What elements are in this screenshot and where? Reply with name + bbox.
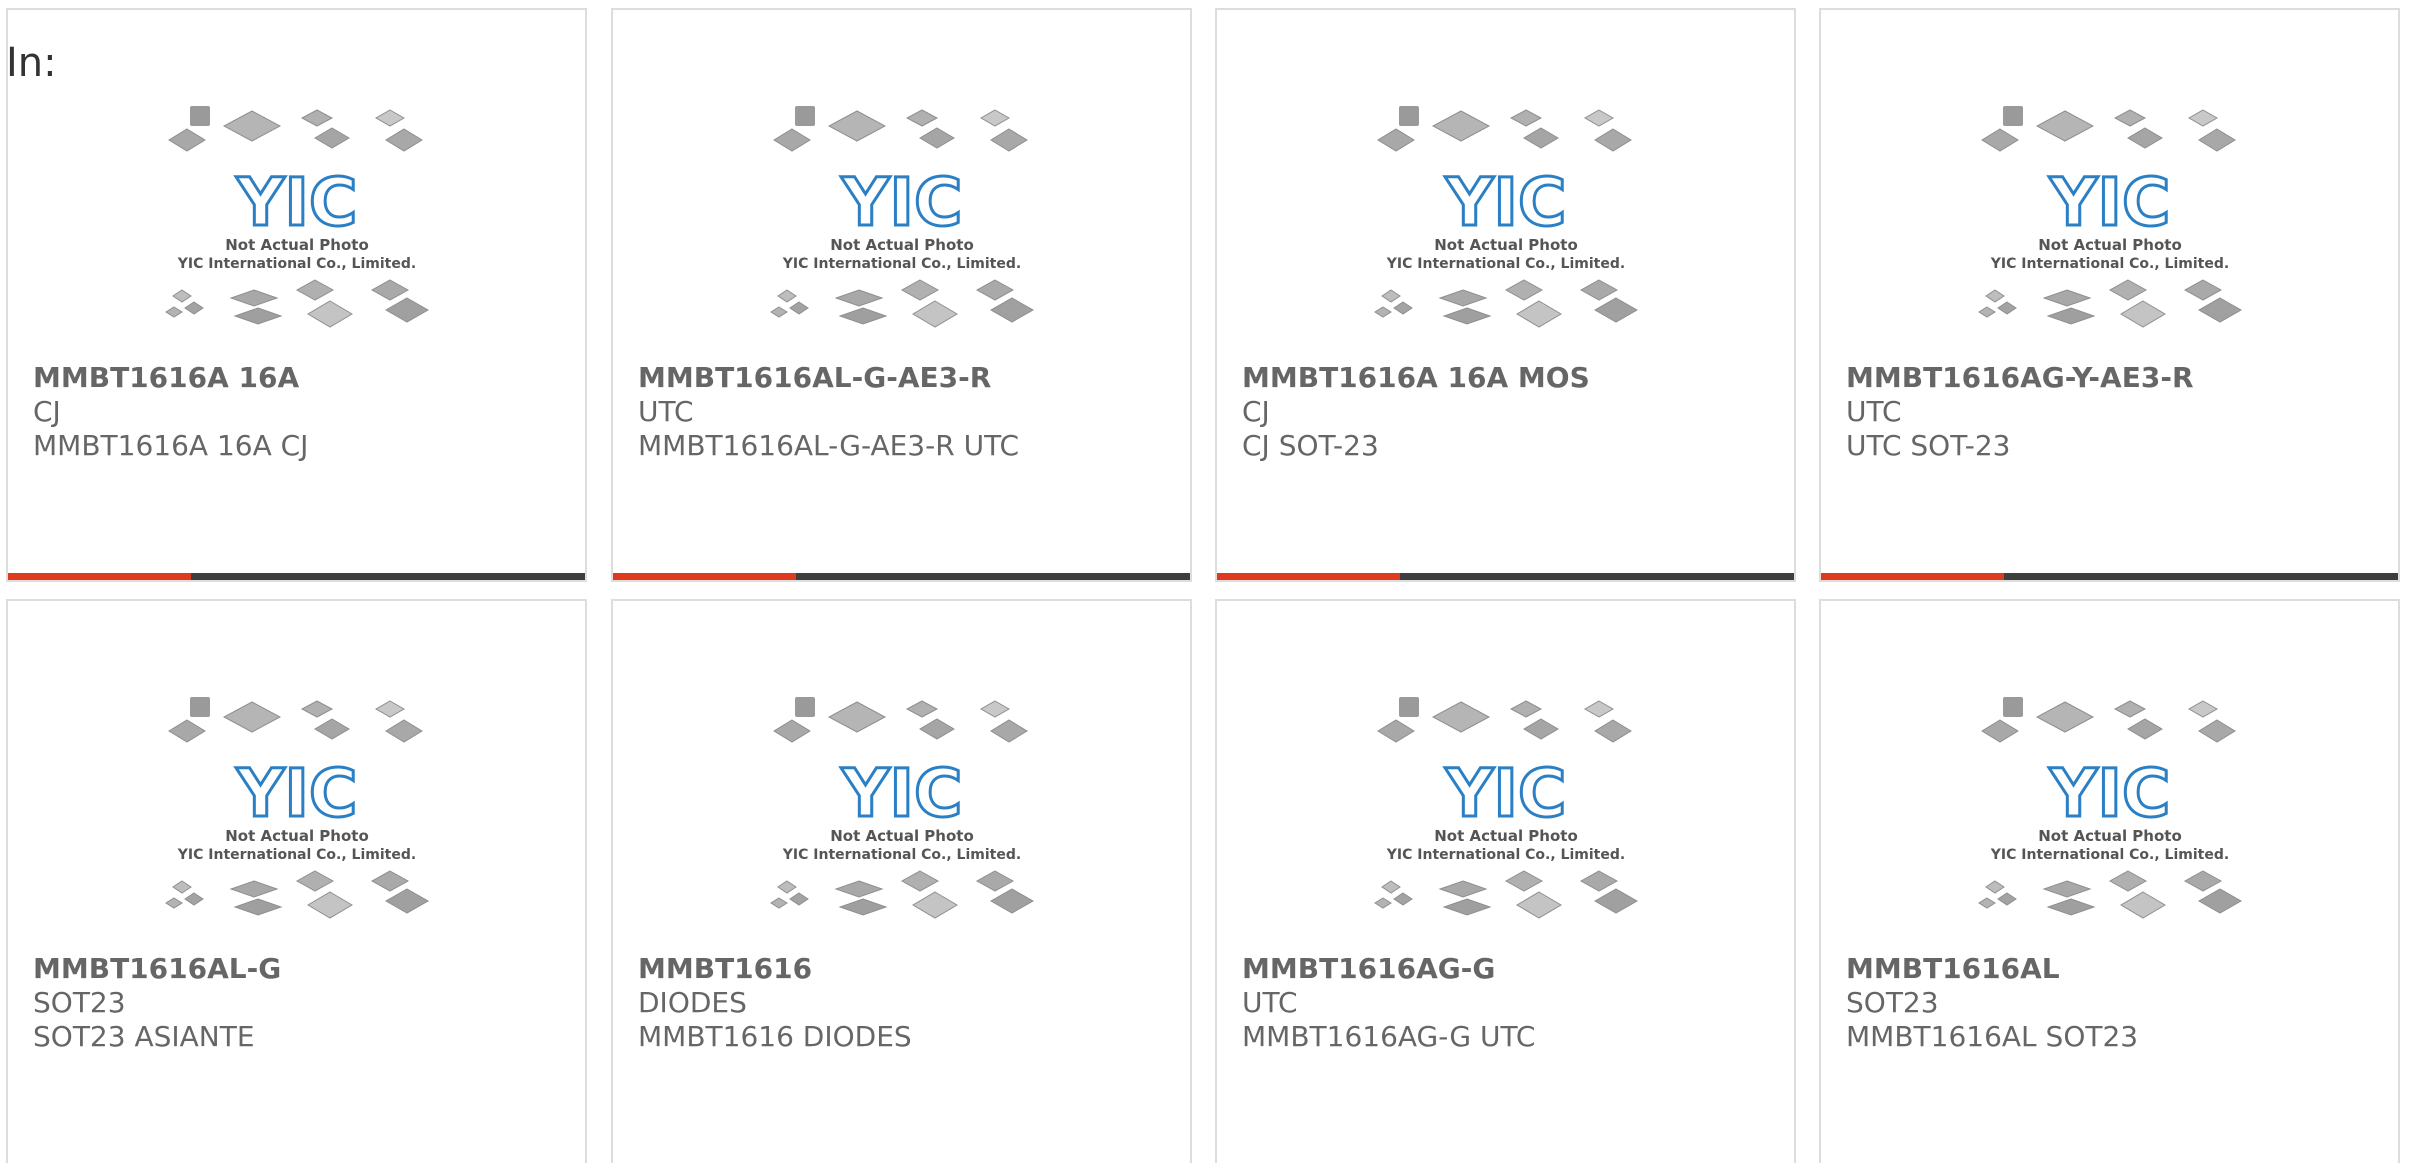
product-description: CJ SOT-23	[1242, 429, 1379, 462]
chip-placeholder-graphic: YICNot Actual Photo YIC International Co.…	[1977, 106, 2242, 328]
product-title[interactable]: MMBT1616AL-G-AE3-R	[638, 360, 991, 396]
card-accent-bar	[613, 573, 796, 580]
chip-icons-top	[167, 697, 423, 743]
product-title[interactable]: MMBT1616AL-G	[33, 951, 281, 987]
product-title[interactable]: MMBT1616AL	[1846, 951, 2060, 987]
chip-icons-top	[1980, 106, 2236, 152]
image-caption-line2: YIC International Co., Limited.	[1385, 847, 1624, 863]
yic-logo: YIC	[1444, 755, 1566, 832]
yic-logo: YIC	[235, 755, 357, 832]
chip-placeholder-graphic: YICNot Actual Photo YIC International Co.…	[769, 697, 1034, 919]
chip-placeholder-graphic: YICNot Actual Photo YIC International Co.…	[1373, 106, 1638, 328]
chip-icons-bottom	[769, 279, 1034, 328]
image-caption-line2: YIC International Co., Limited.	[781, 847, 1020, 863]
image-caption-line2: YIC International Co., Limited.	[781, 256, 1020, 272]
product-brand: DIODES	[638, 986, 747, 1019]
product-image: YIC Not Actual Photo YIC International Co.…	[1217, 100, 1794, 350]
chip-icons-top	[1980, 697, 2236, 743]
product-title[interactable]: MMBT1616A 16A MOS	[1242, 360, 1590, 396]
chip-icons-bottom	[769, 870, 1034, 919]
yic-logo: YIC	[2048, 755, 2170, 832]
card-accent-bar	[1821, 573, 2004, 580]
chip-icons-top	[1376, 106, 1632, 152]
chip-placeholder-graphic: YICNot Actual Photo YIC International Co.…	[164, 106, 429, 328]
chip-placeholder-graphic: YICNot Actual Photo YIC International Co.…	[1977, 697, 2242, 919]
in-label: In:	[6, 40, 57, 86]
chip-icons-top	[772, 697, 1028, 743]
image-caption-line1: Not Actual Photo	[830, 827, 974, 845]
product-image: YIC Not Actual Photo YIC International Co.…	[1217, 691, 1794, 941]
product-card[interactable]: YIC Not Actual Photo YIC International Co.…	[1215, 8, 1796, 582]
image-caption-line1: Not Actual Photo	[225, 236, 369, 254]
image-caption-line2: YIC International Co., Limited.	[1989, 256, 2228, 272]
product-card[interactable]: YIC Not Actual Photo YIC International Co.…	[6, 8, 587, 582]
product-description: MMBT1616AL SOT23	[1846, 1020, 2139, 1053]
card-bottom-bar	[613, 573, 1190, 580]
yic-logo: YIC	[235, 164, 357, 241]
product-title[interactable]: MMBT1616AG-G	[1242, 951, 1495, 987]
image-caption-line1: Not Actual Photo	[2038, 827, 2182, 845]
product-title[interactable]: MMBT1616A 16A	[33, 360, 299, 396]
card-bottom-bar	[8, 573, 585, 580]
image-caption-line1: Not Actual Photo	[2038, 236, 2182, 254]
product-card[interactable]: YIC Not Actual Photo YIC International Co.…	[611, 8, 1192, 582]
chip-icons-bottom	[1977, 279, 2242, 328]
yic-logo: YIC	[840, 164, 962, 241]
product-grid-page: In: YIC Not Actual Photo YIC International…	[0, 0, 2410, 1163]
card-accent-bar	[1217, 573, 1400, 580]
card-bottom-bar	[1821, 573, 2398, 580]
image-caption-line2: YIC International Co., Limited.	[1989, 847, 2228, 863]
product-description: MMBT1616AL-G-AE3-R UTC	[638, 429, 1020, 462]
product-description: MMBT1616AG-G UTC	[1242, 1020, 1536, 1053]
image-caption-line1: Not Actual Photo	[830, 236, 974, 254]
product-image: YIC Not Actual Photo YIC International Co.…	[613, 691, 1190, 941]
chip-icons-top	[1376, 697, 1632, 743]
product-image: YIC Not Actual Photo YIC International Co.…	[1821, 691, 2398, 941]
product-brand: CJ	[33, 395, 61, 428]
product-title[interactable]: MMBT1616AG-Y-AE3-R	[1846, 360, 2194, 396]
yic-logo: YIC	[840, 755, 962, 832]
product-description: UTC SOT-23	[1846, 429, 2011, 462]
product-description: MMBT1616A 16A CJ	[33, 429, 309, 462]
chip-icons-bottom	[1373, 279, 1638, 328]
yic-logo: YIC	[1444, 164, 1566, 241]
product-brand: UTC	[1242, 986, 1298, 1019]
product-card[interactable]: YIC Not Actual Photo YIC International Co.…	[611, 599, 1192, 1163]
chip-placeholder-graphic: YICNot Actual Photo YIC International Co.…	[769, 106, 1034, 328]
chip-placeholder-graphic: YICNot Actual Photo YIC International Co.…	[164, 697, 429, 919]
product-brand: SOT23	[1846, 986, 1939, 1019]
product-brand: SOT23	[33, 986, 126, 1019]
chip-icons-bottom	[164, 870, 429, 919]
image-caption-line2: YIC International Co., Limited.	[1385, 256, 1624, 272]
chip-icons-bottom	[1977, 870, 2242, 919]
image-caption-line2: YIC International Co., Limited.	[176, 847, 415, 863]
chip-icons-bottom	[164, 279, 429, 328]
chip-icons-bottom	[1373, 870, 1638, 919]
image-caption-line1: Not Actual Photo	[225, 827, 369, 845]
product-image: YIC Not Actual Photo YIC International Co.…	[8, 691, 585, 941]
product-image: YIC Not Actual Photo YIC International Co.…	[8, 100, 585, 350]
chip-icons-top	[772, 106, 1028, 152]
chip-placeholder-graphic: YICNot Actual Photo YIC International Co.…	[1373, 697, 1638, 919]
product-description: SOT23 ASIANTE	[33, 1020, 255, 1053]
image-caption-line1: Not Actual Photo	[1434, 236, 1578, 254]
product-card[interactable]: YIC Not Actual Photo YIC International Co.…	[1819, 8, 2400, 582]
card-bottom-bar	[1217, 573, 1794, 580]
image-caption-line1: Not Actual Photo	[1434, 827, 1578, 845]
product-card[interactable]: YIC Not Actual Photo YIC International Co.…	[1819, 599, 2400, 1163]
product-card[interactable]: YIC Not Actual Photo YIC International Co.…	[6, 599, 587, 1163]
product-description: MMBT1616 DIODES	[638, 1020, 912, 1053]
product-card[interactable]: YIC Not Actual Photo YIC International Co.…	[1215, 599, 1796, 1163]
product-brand: UTC	[1846, 395, 1902, 428]
product-image: YIC Not Actual Photo YIC International Co.…	[613, 100, 1190, 350]
product-image: YIC Not Actual Photo YIC International Co.…	[1821, 100, 2398, 350]
yic-logo: YIC	[2048, 164, 2170, 241]
card-accent-bar	[8, 573, 191, 580]
chip-icons-top	[167, 106, 423, 152]
product-brand: UTC	[638, 395, 694, 428]
product-brand: CJ	[1242, 395, 1270, 428]
product-title[interactable]: MMBT1616	[638, 951, 812, 987]
image-caption-line2: YIC International Co., Limited.	[176, 256, 415, 272]
